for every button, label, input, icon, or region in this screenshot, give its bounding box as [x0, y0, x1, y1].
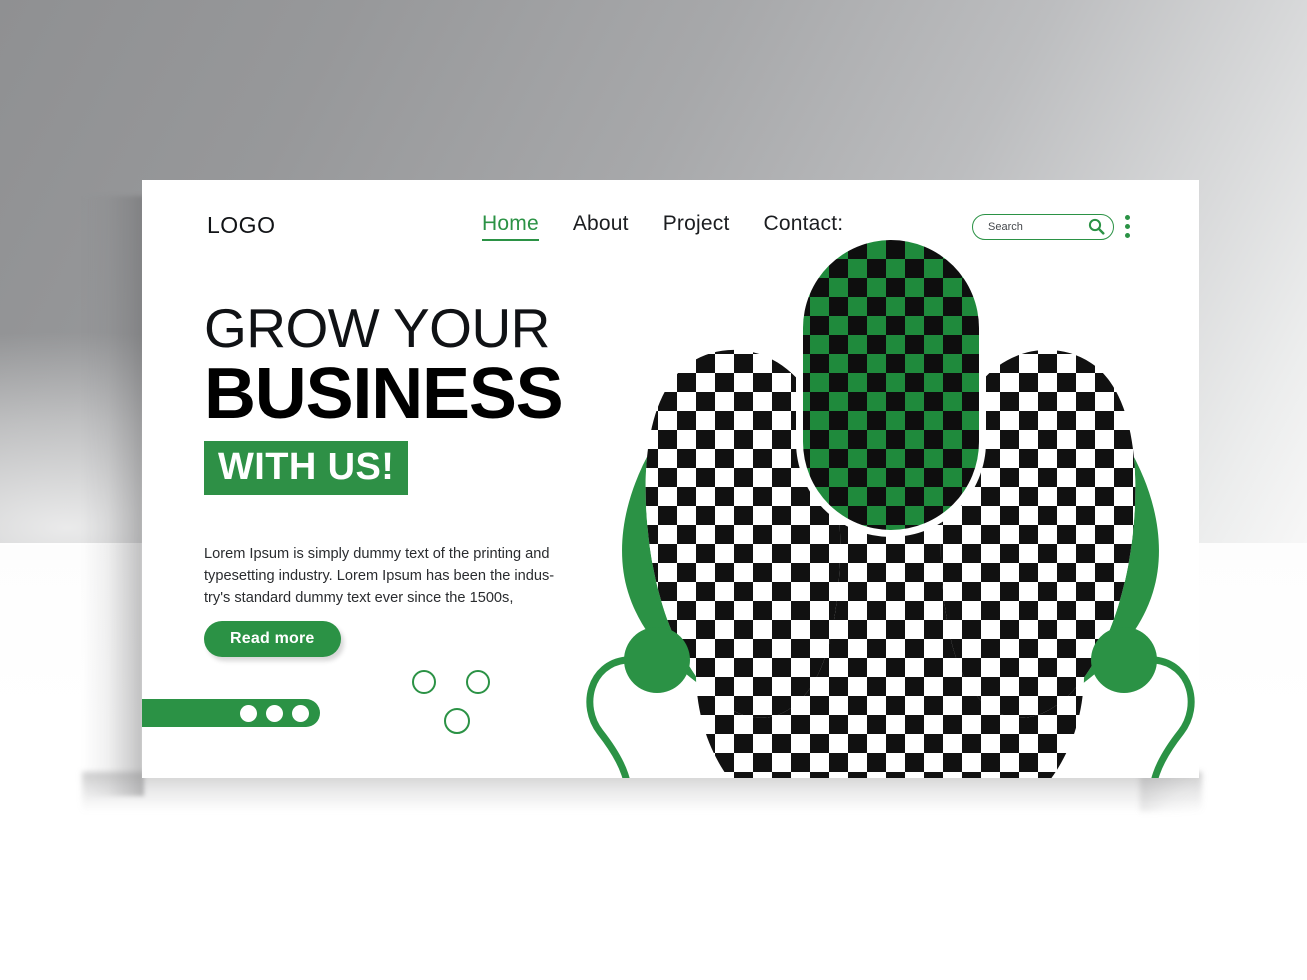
kebab-dot — [1125, 215, 1130, 220]
hero-illustration-svg — [586, 240, 1195, 778]
green-circle-right — [1091, 627, 1157, 693]
hero-paragraph: Lorem Ipsum is simply dummy text of the … — [204, 546, 555, 607]
green-curve-right — [1151, 656, 1195, 778]
decorative-ring-icon — [412, 670, 436, 694]
hero-illustration — [582, 240, 1199, 778]
landing-page-card: LOGO Home About Project Contact: Search … — [142, 180, 1199, 778]
search-input[interactable] — [986, 219, 1088, 234]
carousel-indicator-bar — [142, 699, 320, 727]
nav-link-project[interactable]: Project — [663, 212, 730, 239]
nav-link-contact[interactable]: Contact: — [763, 212, 843, 239]
decorative-rings — [404, 670, 514, 750]
card-shadow-corner — [1140, 772, 1202, 812]
carousel-dot-1[interactable] — [240, 704, 257, 722]
brand-logo[interactable]: LOGO — [207, 212, 275, 239]
carousel-dot-3[interactable] — [292, 704, 309, 722]
mockup-stage: LOGO Home About Project Contact: Search … — [0, 0, 1307, 980]
search-box[interactable] — [972, 213, 1114, 240]
kebab-dot — [1125, 233, 1130, 238]
decorative-ring-icon — [444, 708, 470, 734]
search-icon[interactable] — [1088, 218, 1105, 235]
headline-badge: WITH US! — [204, 441, 409, 495]
green-circle-left — [624, 627, 690, 693]
nav-link-about[interactable]: About — [573, 212, 629, 239]
main-nav: Home About Project Contact: — [482, 212, 843, 241]
carousel-dot-2[interactable] — [266, 704, 283, 722]
card-shadow-bottom — [82, 772, 1202, 812]
card-shadow-left — [82, 196, 144, 796]
green-curve-left — [586, 656, 630, 778]
kebab-dot — [1125, 224, 1130, 229]
nav-link-home[interactable]: Home — [482, 212, 539, 241]
checker-capsule-center — [796, 240, 986, 537]
search-area — [972, 213, 1132, 240]
read-more-button[interactable]: Read more — [204, 621, 341, 657]
kebab-menu-icon[interactable] — [1123, 213, 1132, 240]
decorative-ring-icon — [466, 670, 490, 694]
